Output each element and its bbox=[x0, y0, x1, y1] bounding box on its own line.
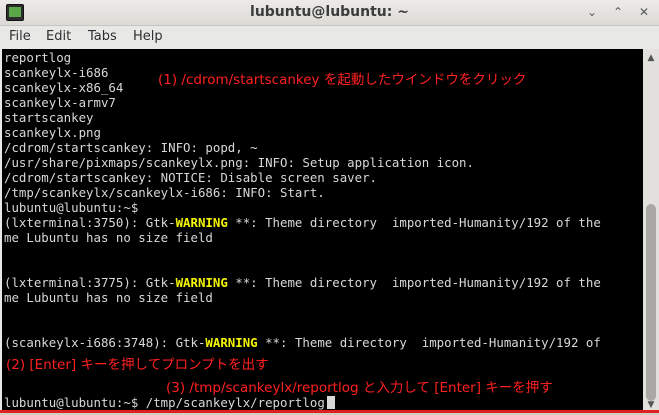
terminal-line: /tmp/scankeylx/scankeylx-i686: INFO: Sta… bbox=[4, 185, 325, 200]
typed-command: /tmp/scankeylx/reportlog bbox=[138, 395, 325, 410]
terminal-line: scankeylx-x86_64 bbox=[4, 80, 124, 95]
title-bar[interactable]: lubuntu@lubuntu: ~ ⌄ ⌃ ✕ bbox=[0, 0, 659, 26]
annotation-step1: (1) /cdrom/startscankey を起動したウインドウをクリック bbox=[158, 72, 527, 88]
terminal-window: lubuntu@lubuntu: ~ ⌄ ⌃ ✕ File Edit Tabs … bbox=[0, 0, 659, 415]
minimize-button[interactable]: ⌄ bbox=[584, 4, 600, 20]
menu-bar: File Edit Tabs Help bbox=[0, 26, 659, 49]
annotation-step2: (2) [Enter] キーを押してプロンプトを出す bbox=[6, 357, 269, 373]
scroll-up-icon[interactable]: ▲ bbox=[646, 53, 656, 63]
vertical-scrollbar[interactable]: ▲ ▼ bbox=[643, 49, 659, 413]
terminal-output[interactable]: reportlog scankeylx-i686 scankeylx-x86_6… bbox=[2, 49, 643, 413]
terminal-line: scankeylx-armv7 bbox=[4, 95, 116, 110]
terminal-line: /usr/share/pixmaps/scankeylx.png: INFO: … bbox=[4, 155, 474, 170]
window-title: lubuntu@lubuntu: ~ bbox=[250, 4, 409, 20]
menu-tabs[interactable]: Tabs bbox=[88, 29, 117, 44]
terminal-line: startscankey bbox=[4, 110, 94, 125]
scroll-thumb[interactable] bbox=[646, 204, 656, 401]
annotation-step3: (3) /tmp/scankeylx/reportlog と入力して [Ente… bbox=[166, 380, 553, 396]
terminal-line: scankeylx.png bbox=[4, 125, 101, 140]
terminal-line: /cdrom/startscankey: NOTICE: Disable scr… bbox=[4, 170, 377, 185]
menu-help[interactable]: Help bbox=[133, 29, 163, 44]
menu-edit[interactable]: Edit bbox=[46, 29, 71, 44]
scroll-down-icon[interactable]: ▼ bbox=[646, 400, 656, 410]
text-cursor bbox=[326, 396, 335, 409]
terminal-prompt-line: lubuntu@lubuntu:~$ bbox=[4, 200, 139, 215]
terminal-line: scankeylx-i686 bbox=[4, 65, 109, 80]
maximize-button[interactable]: ⌃ bbox=[610, 4, 626, 20]
terminal-line: /cdrom/startscankey: INFO: popd, ~ bbox=[4, 140, 258, 155]
close-button[interactable]: ✕ bbox=[636, 4, 652, 20]
warning-line: (lxterminal:3750): Gtk-WARNING **: Theme… bbox=[4, 215, 601, 230]
command-line: lubuntu@lubuntu:~$ /tmp/scankeylx/report… bbox=[4, 395, 335, 410]
warning-line: (lxterminal:3775): Gtk-WARNING **: Theme… bbox=[4, 275, 601, 290]
terminal-line: reportlog bbox=[4, 50, 72, 65]
warning-line-cont: me Lubuntu has no size field bbox=[4, 230, 213, 245]
prompt: lubuntu@lubuntu:~$ bbox=[4, 395, 139, 410]
warning-line-cont: me Lubuntu has no size field bbox=[4, 290, 213, 305]
warning-line: (scankeylx-i686:3748): Gtk-WARNING **: T… bbox=[4, 335, 601, 350]
menu-file[interactable]: File bbox=[9, 29, 31, 44]
